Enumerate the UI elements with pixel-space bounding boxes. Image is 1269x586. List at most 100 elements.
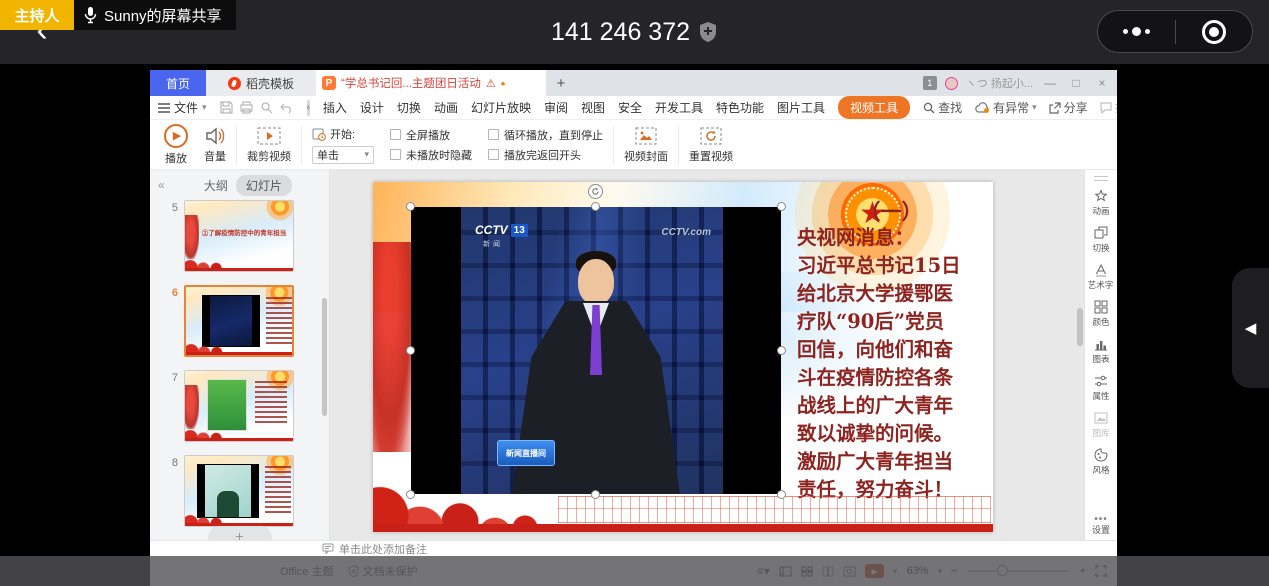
menu-slideshow[interactable]: 幻灯片放映 [471,99,531,116]
slide-text-line: 央视网消息： [797,224,985,252]
quick-access-icons [220,101,294,114]
restore-window-button[interactable]: □ [1067,76,1085,90]
thumb-red-strip [185,268,293,271]
start-mode-dropdown[interactable]: 单击 ▾ [312,146,374,164]
loop-checkbox[interactable]: 循环播放，直到停止 [488,127,603,143]
wordart-icon [1094,263,1108,277]
resize-handle-ne[interactable] [777,202,786,211]
rotate-handle[interactable] [588,184,603,199]
menu-view[interactable]: 视图 [581,99,605,116]
tab-home[interactable]: 首页 [150,70,206,96]
slide-text-line: 斗在疫情防控各条 [797,364,985,392]
slide-video[interactable]: CCTV 13 新闻 CCTV.com 新闻直播间 [411,207,781,494]
resize-handle-s[interactable] [591,490,600,499]
resize-handle-n[interactable] [591,202,600,211]
preview-icon[interactable] [260,101,273,114]
minimize-capsule-button[interactable] [1176,11,1253,52]
sidebar-animation[interactable]: 动画 [1092,189,1110,217]
cctv-sub-label: 新闻 [483,239,503,249]
menu-abnormal[interactable]: 有异常 ▾ [975,99,1037,116]
slide-thumbnail-5[interactable]: ②了解疫情防控中的青年担当 [184,200,294,272]
menu-picture-tools[interactable]: 图片工具 [777,99,825,116]
new-tab-button[interactable]: + [546,70,576,96]
slide-thumbnail-7[interactable] [184,370,294,442]
hide-when-stopped-checkbox[interactable]: 未播放时隐藏 [390,147,472,163]
undo-icon[interactable] [280,102,294,114]
menu-share[interactable]: 分享 [1049,99,1088,116]
resize-handle-se[interactable] [777,490,786,499]
slide-text-line: 致以诚挚的问候。 [797,420,985,448]
sidebar-wordart-label: 艺术字 [1088,278,1114,290]
host-badge-label: 主持人 [14,5,59,26]
tab-document[interactable]: P “学总书记回...主题团日活动 ⚠ • [316,70,546,96]
play-icon: ▶ [164,124,188,148]
sidebar-style[interactable]: 风格 [1092,448,1110,476]
add-slide-button[interactable]: + [208,526,272,540]
comment-icon [1100,102,1112,114]
fullscreen-checkbox[interactable]: 全屏播放 [390,127,472,143]
menu-animation[interactable]: 动画 [434,99,458,116]
tab-outline[interactable]: 大纲 [204,177,228,194]
minimize-window-button[interactable]: — [1041,76,1059,90]
collapse-panel-icon[interactable]: « [158,178,165,192]
tab-slides[interactable]: 幻灯片 [236,175,292,196]
menu-features[interactable]: 特色功能 [716,99,764,116]
toolbar-divider [301,126,302,164]
slide-6[interactable]: ★ CCTV 13 新闻 CCTV.com [373,182,993,532]
notification-badge[interactable]: 1 [923,76,937,90]
news-program-badge: 新闻直播间 [497,440,555,466]
sliders-icon [1094,374,1108,388]
print-icon[interactable] [240,101,253,114]
sidebar-drag-handle[interactable] [1094,176,1108,181]
sidebar-gallery[interactable]: 图库 [1092,411,1110,439]
menu-review[interactable]: 审阅 [544,99,568,116]
menu-insert[interactable]: 插入 [323,99,347,116]
menu-transition[interactable]: 切换 [397,99,421,116]
sidebar-transition[interactable]: 切换 [1092,226,1110,254]
resize-handle-sw[interactable] [406,490,415,499]
save-icon[interactable] [220,101,233,114]
user-avatar[interactable] [945,77,958,90]
slide-number: 5 [164,200,178,272]
slide-thumbnail-8[interactable] [184,455,294,527]
play-button[interactable]: ▶ 播放 [156,124,196,166]
more-options-button[interactable] [1098,11,1175,52]
sidebar-chart[interactable]: 图表 [1092,337,1110,365]
menu-scroll-left[interactable]: ‹ [307,100,310,116]
trim-video-button[interactable]: 裁剪视频 [239,126,299,164]
slide-thumbnail-6-selected[interactable] [184,285,294,357]
warning-icon[interactable]: ⚠ [486,77,496,90]
sidebar-properties[interactable]: 属性 [1092,374,1110,402]
cctv-logo: CCTV 13 [475,223,528,237]
notes-bar[interactable]: 单击此处添加备注 [150,540,1117,556]
user-name[interactable]: ヽつ 扬起小... [966,75,1033,91]
trim-video-icon [256,126,282,146]
resize-handle-e[interactable] [777,346,786,355]
menu-devtools[interactable]: 开发工具 [655,99,703,116]
chevron-down-icon: ▾ [1032,102,1037,113]
volume-button[interactable]: 音量 [196,126,234,164]
resize-handle-w[interactable] [406,346,415,355]
menu-comment[interactable]: 批注 [1100,99,1117,116]
menu-file[interactable]: 文件 ▾ [158,99,207,116]
canvas-scrollbar[interactable] [1077,308,1083,346]
sidebar-settings[interactable]: ••• 设置 [1092,517,1110,536]
fullscreen-checkbox-label: 全屏播放 [406,127,450,143]
sidebar-wordart[interactable]: 艺术字 [1087,263,1114,291]
slide-text-block[interactable]: （一） 央视网消息： 习近平总书记15日 给北京大学援鄂医 疗队“90后”党员 … [797,196,985,504]
rewind-checkbox[interactable]: 播放完返回开头 [488,147,603,163]
menu-find[interactable]: 查找 [923,99,962,116]
drawer-pull-tab[interactable]: ◀ [1232,268,1269,388]
reset-video-button[interactable]: 重置视频 [681,126,741,164]
menu-design[interactable]: 设计 [360,99,384,116]
sidebar-color[interactable]: 颜色 [1092,300,1110,328]
video-cover-button[interactable]: 视频封面 [616,126,676,164]
close-window-button[interactable]: × [1093,76,1111,90]
notes-icon [322,543,334,554]
checkbox-icon [390,129,401,140]
tab-docer[interactable]: 稻壳模板 [206,70,316,96]
panel-scrollbar[interactable] [322,298,327,416]
menu-security[interactable]: 安全 [618,99,642,116]
menu-video-tools-active[interactable]: 视频工具 [838,96,910,119]
resize-handle-nw[interactable] [406,202,415,211]
